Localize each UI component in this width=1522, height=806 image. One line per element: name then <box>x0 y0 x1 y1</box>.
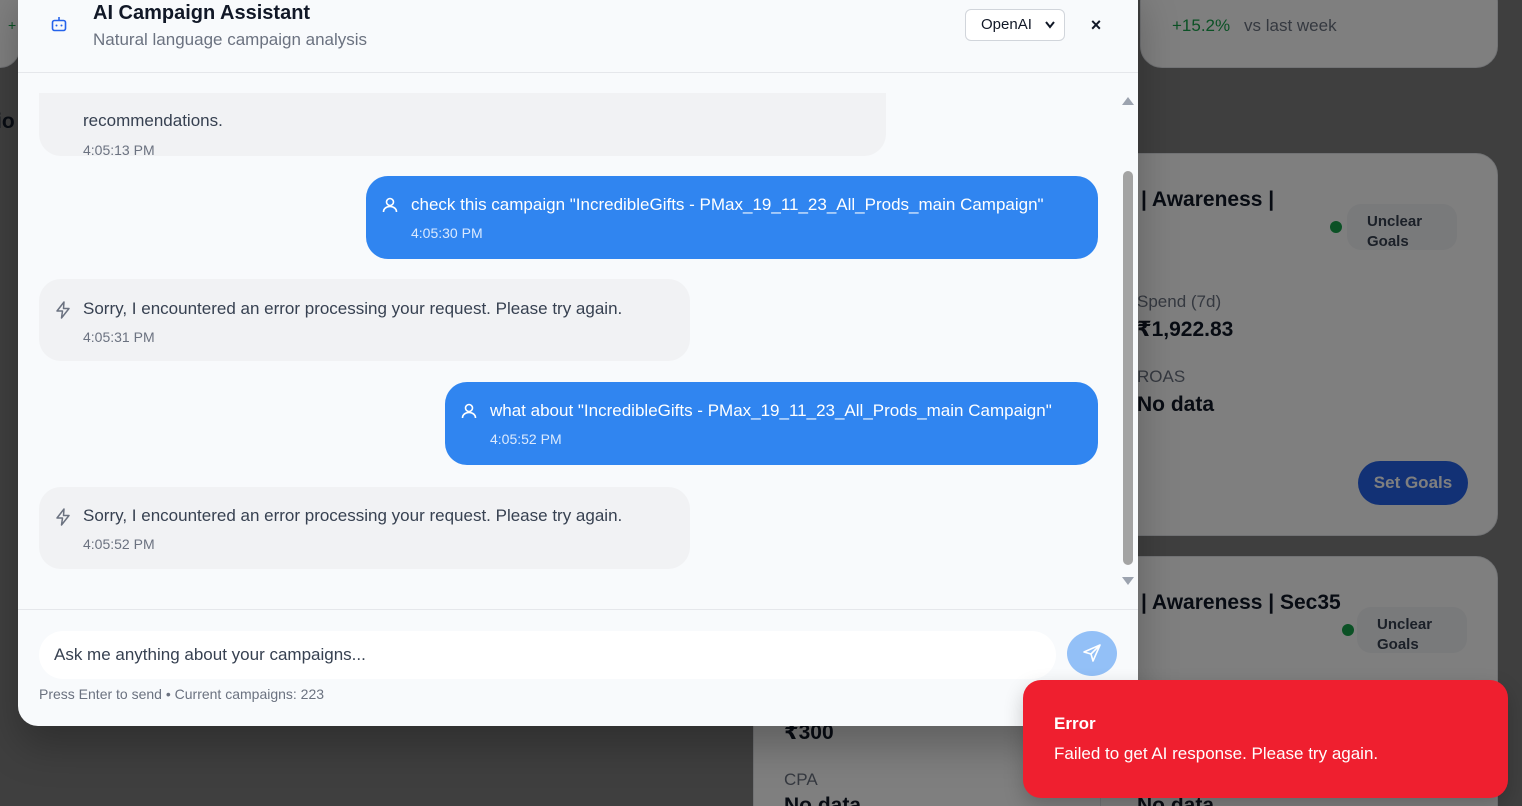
toast-message: Failed to get AI response. Please try ag… <box>1054 744 1379 763</box>
assistant-message: Sorry, I encountered an error processing… <box>39 487 690 569</box>
message-text: check this campaign "IncredibleGifts - P… <box>411 195 1044 214</box>
provider-value: OpenAI <box>981 16 1032 33</box>
modal-subtitle: Natural language campaign analysis <box>93 30 368 49</box>
provider-select[interactable]: OpenAI <box>965 9 1065 41</box>
message-text: Sorry, I encountered an error processing… <box>83 299 623 318</box>
message-time: 4:05:52 PM <box>490 431 562 447</box>
message-time: 4:05:31 PM <box>83 329 155 345</box>
ai-assistant-modal: AI Campaign Assistant Natural language c… <box>18 0 1138 726</box>
message-text: recommendations. <box>83 111 223 130</box>
chat-input[interactable] <box>39 631 1056 679</box>
input-hint: Press Enter to send • Current campaigns:… <box>39 686 325 702</box>
lightning-icon <box>56 301 70 319</box>
lightning-icon <box>56 508 70 526</box>
error-toast[interactable]: Error Failed to get AI response. Please … <box>1023 680 1508 798</box>
scroll-down-arrow-icon[interactable] <box>1122 577 1134 585</box>
robot-icon <box>51 17 67 32</box>
user-message: what about "IncredibleGifts - PMax_19_11… <box>445 382 1098 465</box>
chat-input-area: Press Enter to send • Current campaigns:… <box>18 609 1138 726</box>
user-message: check this campaign "IncredibleGifts - P… <box>366 176 1098 259</box>
scrollbar-thumb[interactable] <box>1123 171 1133 565</box>
assistant-message: Sorry, I encountered an error processing… <box>39 279 690 361</box>
message-text: Sorry, I encountered an error processing… <box>83 506 623 525</box>
user-icon <box>461 403 477 419</box>
message-time: 4:05:30 PM <box>411 225 483 241</box>
scroll-up-arrow-icon[interactable] <box>1122 97 1134 105</box>
send-icon <box>1083 644 1101 662</box>
chat-scrollbar[interactable] <box>1119 93 1135 589</box>
message-time: 4:05:52 PM <box>83 536 155 552</box>
toast-title: Error <box>1054 714 1096 733</box>
modal-title: AI Campaign Assistant <box>93 2 311 24</box>
modal-header: AI Campaign Assistant Natural language c… <box>18 0 1138 73</box>
chat-messages[interactable]: recommendations. 4:05:13 PM check this c… <box>18 93 1118 589</box>
message-text: what about "IncredibleGifts - PMax_19_11… <box>490 401 1052 420</box>
chevron-down-icon <box>1044 10 1056 51</box>
user-icon <box>382 197 398 213</box>
close-icon[interactable]: × <box>1084 13 1108 37</box>
message-time: 4:05:13 PM <box>83 142 155 158</box>
assistant-message: recommendations. 4:05:13 PM <box>39 93 886 158</box>
send-button[interactable] <box>1067 631 1117 676</box>
